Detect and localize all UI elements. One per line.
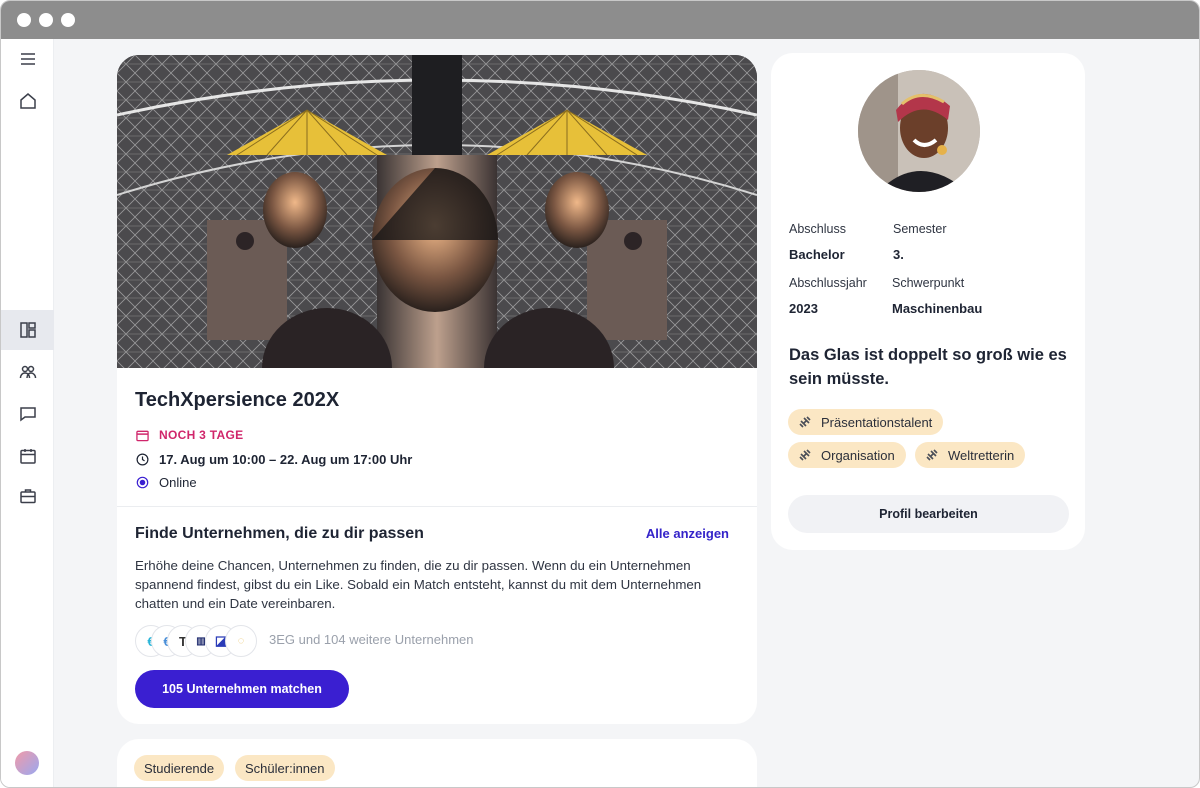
- degree-value: Bachelor: [789, 247, 845, 262]
- home-icon: [19, 93, 36, 109]
- audience-tag: Schüler:innen: [235, 755, 335, 781]
- calendar-icon: [19, 449, 36, 464]
- sidebar-item-home[interactable]: [1, 81, 54, 121]
- dashboard-icon: [19, 322, 36, 338]
- audience-tag: Studierende: [134, 755, 225, 781]
- skill-chip: Weltretterin: [915, 442, 1026, 468]
- degree-label: Abschluss: [789, 222, 846, 236]
- skill-label: Organisation: [821, 447, 895, 463]
- event-dates: 17. Aug um 10:00 – 22. Aug um 17:00 Uhr: [135, 452, 412, 467]
- skill-label: Präsentationstalent: [821, 414, 933, 430]
- skill-chip: Präsentationstalent: [788, 409, 944, 435]
- sidebar-item-menu[interactable]: [1, 39, 54, 79]
- event-deadline: NOCH 3 TAGE: [135, 428, 243, 442]
- event-title: TechXpersience 202X: [135, 389, 340, 411]
- focus-label: Schwerpunkt: [892, 276, 965, 290]
- briefcase-icon: [19, 489, 36, 504]
- focus-value: Maschinenbau: [892, 301, 983, 316]
- dates-text: 17. Aug um 10:00 – 22. Aug um 17:00 Uhr: [159, 452, 413, 467]
- semester-value: 3.: [893, 247, 904, 262]
- calendar-icon: [135, 428, 149, 442]
- semester-label: Semester: [893, 222, 947, 236]
- event-card: TechXpersience 202X NOCH 3 TAGE 17. Aug …: [117, 55, 757, 724]
- skill-label: Weltretterin: [948, 447, 1015, 463]
- online-radio-icon: [135, 476, 149, 490]
- divider: [117, 506, 757, 507]
- location-text: Online: [159, 475, 197, 490]
- clock-icon: [135, 453, 149, 467]
- profile-card: Abschluss Semester Bachelor 3. Abschluss…: [771, 53, 1085, 550]
- browser-window: TechXpersience 202X NOCH 3 TAGE 17. Aug …: [0, 0, 1200, 788]
- companies-count-text: 3EG und 104 weitere Unternehmen: [269, 632, 474, 647]
- window-close-dot[interactable]: [17, 13, 31, 27]
- audience-tags-card: Studierende Schüler:innen: [117, 739, 757, 787]
- user-avatar[interactable]: [15, 751, 39, 775]
- skill-chip: Organisation: [788, 442, 906, 468]
- sidebar-item-dashboard[interactable]: [1, 310, 54, 350]
- profile-quote: Das Glas ist doppelt so groß wie es sein…: [789, 346, 1067, 388]
- company-logos: € € T ▥ ◪ ◌: [135, 625, 265, 657]
- people-icon: [19, 365, 36, 379]
- event-location: Online: [135, 475, 197, 490]
- graduation-year-value: 2023: [789, 301, 818, 316]
- window-minimize-dot[interactable]: [39, 13, 53, 27]
- deadline-text: NOCH 3 TAGE: [159, 428, 244, 442]
- sidebar-item-companies[interactable]: [1, 352, 54, 392]
- hamburger-icon: [20, 53, 35, 65]
- rocket-engines-illustration: [117, 55, 757, 368]
- chat-icon: [19, 407, 36, 422]
- title-bar: [1, 1, 1199, 39]
- sidebar-item-calendar[interactable]: [1, 436, 54, 476]
- company-logo: ◌: [225, 625, 257, 657]
- match-section-text: Erhöhe deine Chancen, Unternehmen zu fin…: [135, 558, 702, 611]
- profile-portrait: [858, 70, 980, 192]
- graduation-year-label: Abschlussjahr: [789, 276, 867, 290]
- match-companies-button[interactable]: 105 Unternehmen matchen: [135, 670, 349, 708]
- show-all-link[interactable]: Alle anzeigen: [646, 526, 729, 541]
- sidebar: [1, 39, 54, 787]
- dumbbell-icon: [926, 449, 938, 461]
- sidebar-item-jobs[interactable]: [1, 476, 54, 516]
- match-section-title: Finde Unternehmen, die zu dir passen: [135, 525, 424, 542]
- dumbbell-icon: [799, 416, 811, 428]
- sidebar-item-messages[interactable]: [1, 394, 54, 434]
- profile-photo: [858, 70, 980, 192]
- window-maximize-dot[interactable]: [61, 13, 75, 27]
- edit-profile-button[interactable]: Profil bearbeiten: [788, 495, 1069, 533]
- event-hero-image: [117, 55, 757, 368]
- dumbbell-icon: [799, 449, 811, 461]
